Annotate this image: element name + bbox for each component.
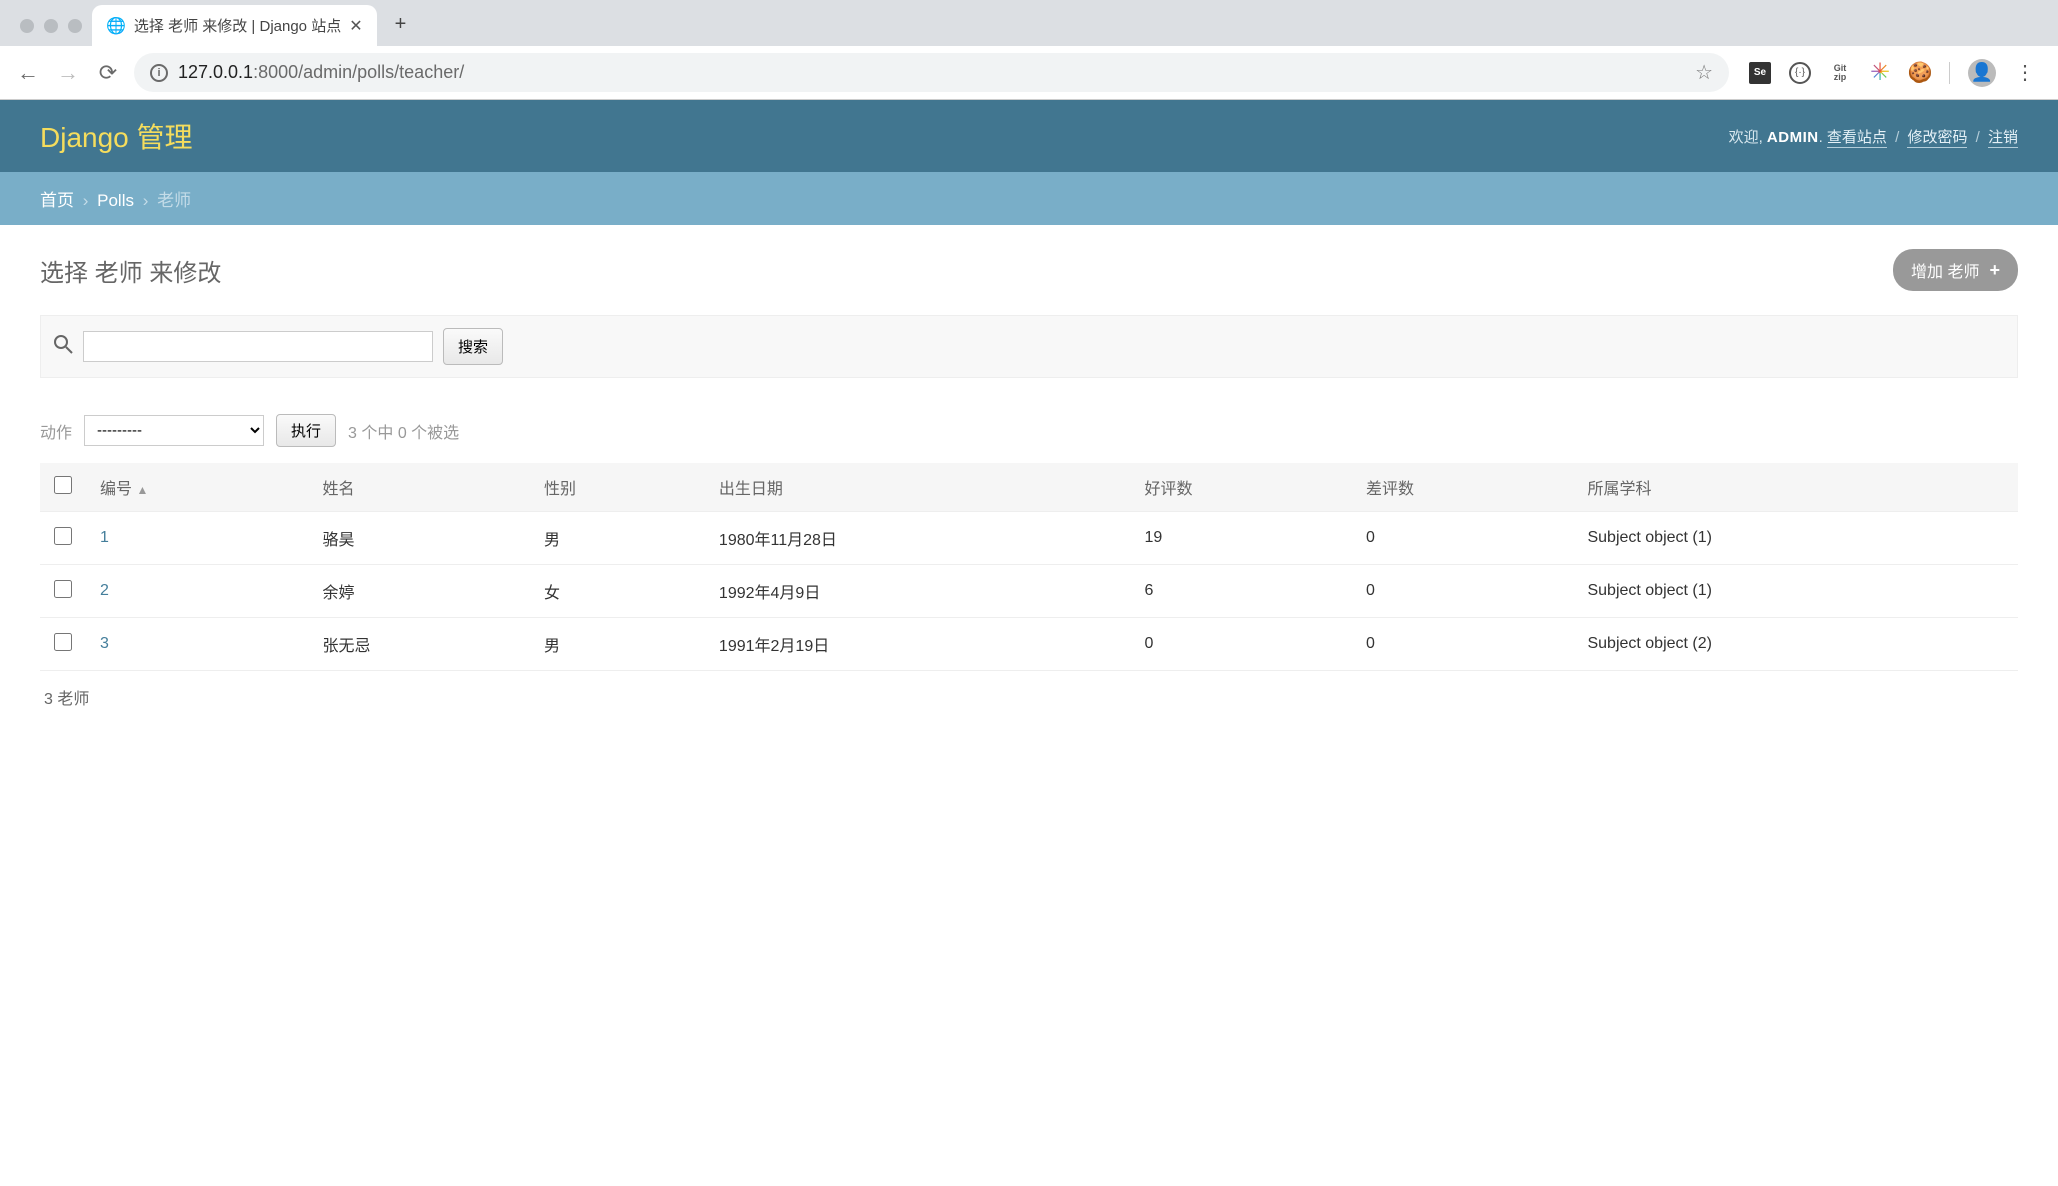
profile-avatar-icon[interactable]: 👤 (1968, 59, 1996, 87)
spark-ext-icon[interactable]: ✳ (1869, 62, 1891, 84)
back-button[interactable]: ← (14, 60, 42, 86)
minimize-window-icon[interactable] (44, 19, 58, 33)
col-gender[interactable]: 性别 (530, 463, 705, 512)
toolbar-divider (1949, 62, 1950, 84)
go-button[interactable]: 执行 (276, 414, 336, 447)
braces-ext-icon[interactable]: {·} (1789, 62, 1811, 84)
actions-row: 动作 --------- 执行 3 个中 0 个被选 (40, 404, 2018, 457)
url-host: 127.0.0.1 (178, 62, 253, 82)
welcome-text: 欢迎, (1729, 129, 1763, 146)
row-good: 0 (1130, 618, 1352, 671)
django-header: Django 管理 欢迎, ADMIN. 查看站点 / 修改密码 / 注销 (0, 100, 2058, 172)
search-icon (53, 334, 73, 360)
col-birth[interactable]: 出生日期 (705, 463, 1131, 512)
tab-bar: 🌐 选择 老师 来修改 | Django 站点 ✕ + (0, 0, 2058, 46)
search-input[interactable] (83, 331, 433, 362)
search-bar: 搜索 (40, 315, 2018, 378)
row-subject: Subject object (2) (1573, 618, 2018, 671)
close-window-icon[interactable] (20, 19, 34, 33)
row-gender: 男 (530, 618, 705, 671)
row-gender: 女 (530, 565, 705, 618)
url-port: :8000 (253, 62, 298, 82)
row-bad: 0 (1352, 565, 1574, 618)
row-birth: 1980年11月28日 (705, 512, 1131, 565)
selection-counter: 3 个中 0 个被选 (348, 419, 459, 443)
url-field[interactable]: i 127.0.0.1:8000/admin/polls/teacher/ ☆ (134, 53, 1729, 92)
table-row: 2 余婷女1992年4月9日60Subject object (1) (40, 565, 2018, 618)
add-button-label: 增加 老师 (1911, 258, 1979, 282)
actions-label: 动作 (40, 419, 72, 443)
sort-asc-icon: ▲ (136, 483, 148, 497)
browser-menu-icon[interactable]: ⋮ (2014, 62, 2036, 84)
row-checkbox[interactable] (54, 527, 72, 545)
traffic-lights (10, 19, 92, 46)
breadcrumb-model: 老师 (157, 191, 191, 210)
add-teacher-button[interactable]: 增加 老师 + (1893, 249, 2018, 291)
row-name: 骆昊 (309, 512, 531, 565)
branding[interactable]: Django 管理 (40, 116, 193, 156)
results-table: 编号 ▲ 姓名 性别 出生日期 好评数 差评数 所属学科 1骆昊男1980年11… (40, 463, 2018, 671)
forward-button[interactable]: → (54, 60, 82, 86)
bookmark-star-icon[interactable]: ☆ (1695, 60, 1713, 85)
url-path: /admin/polls/teacher/ (298, 62, 464, 82)
row-gender: 男 (530, 512, 705, 565)
col-bad[interactable]: 差评数 (1352, 463, 1574, 512)
page-title: 选择 老师 来修改 (40, 253, 221, 288)
breadcrumb-app[interactable]: Polls (97, 191, 134, 210)
username-text: ADMIN (1767, 129, 1819, 146)
row-name: 余婷 (309, 565, 531, 618)
title-row: 选择 老师 来修改 增加 老师 + (40, 249, 2018, 291)
view-site-link[interactable]: 查看站点 (1827, 129, 1887, 148)
row-id-link[interactable]: 2 (100, 582, 109, 599)
col-name[interactable]: 姓名 (309, 463, 531, 512)
logout-link[interactable]: 注销 (1988, 129, 2018, 148)
select-all-checkbox[interactable] (54, 476, 72, 494)
row-id-link[interactable]: 3 (100, 635, 109, 652)
row-birth: 1991年2月19日 (705, 618, 1131, 671)
row-subject: Subject object (1) (1573, 565, 2018, 618)
url-text: 127.0.0.1:8000/admin/polls/teacher/ (178, 62, 464, 83)
cookie-ext-icon[interactable]: 🍪 (1909, 62, 1931, 84)
content: 选择 老师 来修改 增加 老师 + 搜索 动作 --------- 执行 3 个… (0, 225, 2058, 747)
change-password-link[interactable]: 修改密码 (1907, 129, 1967, 148)
gitzip-ext-icon[interactable]: Gitzip (1829, 62, 1851, 84)
row-checkbox[interactable] (54, 580, 72, 598)
col-id-label: 编号 (100, 481, 132, 498)
search-button[interactable]: 搜索 (443, 328, 503, 365)
extension-icons: Se {·} Gitzip ✳ 🍪 👤 ⋮ (1741, 59, 2044, 87)
reload-button[interactable]: ⟳ (94, 60, 122, 86)
row-name: 张无忌 (309, 618, 531, 671)
actions-select[interactable]: --------- (84, 415, 264, 446)
maximize-window-icon[interactable] (68, 19, 82, 33)
row-id-link[interactable]: 1 (100, 529, 109, 546)
browser-chrome: 🌐 选择 老师 来修改 | Django 站点 ✕ + ← → ⟳ i 127.… (0, 0, 2058, 100)
breadcrumb-home[interactable]: 首页 (40, 191, 74, 210)
row-birth: 1992年4月9日 (705, 565, 1131, 618)
row-checkbox[interactable] (54, 633, 72, 651)
select-all-header (40, 463, 86, 512)
plus-icon: + (1989, 260, 2000, 281)
row-bad: 0 (1352, 512, 1574, 565)
globe-icon: 🌐 (106, 16, 126, 36)
table-row: 3张无忌男1991年2月19日00Subject object (2) (40, 618, 2018, 671)
close-tab-icon[interactable]: ✕ (349, 16, 362, 36)
col-good[interactable]: 好评数 (1130, 463, 1352, 512)
row-subject: Subject object (1) (1573, 512, 2018, 565)
tab-title: 选择 老师 来修改 | Django 站点 (134, 15, 341, 36)
col-id[interactable]: 编号 ▲ (86, 463, 309, 512)
breadcrumbs: 首页 › Polls › 老师 (0, 172, 2058, 225)
site-info-icon[interactable]: i (150, 64, 168, 82)
table-row: 1 骆昊男1980年11月28日190Subject object (1) (40, 512, 2018, 565)
user-tools: 欢迎, ADMIN. 查看站点 / 修改密码 / 注销 (1729, 126, 2018, 147)
paginator: 3 老师 (40, 671, 2018, 723)
new-tab-button[interactable]: + (377, 3, 425, 46)
selenium-ext-icon[interactable]: Se (1749, 62, 1771, 84)
row-bad: 0 (1352, 618, 1574, 671)
browser-tab[interactable]: 🌐 选择 老师 来修改 | Django 站点 ✕ (92, 5, 377, 46)
row-good: 6 (1130, 565, 1352, 618)
col-subject[interactable]: 所属学科 (1573, 463, 2018, 512)
row-good: 19 (1130, 512, 1352, 565)
address-bar: ← → ⟳ i 127.0.0.1:8000/admin/polls/teach… (0, 46, 2058, 99)
